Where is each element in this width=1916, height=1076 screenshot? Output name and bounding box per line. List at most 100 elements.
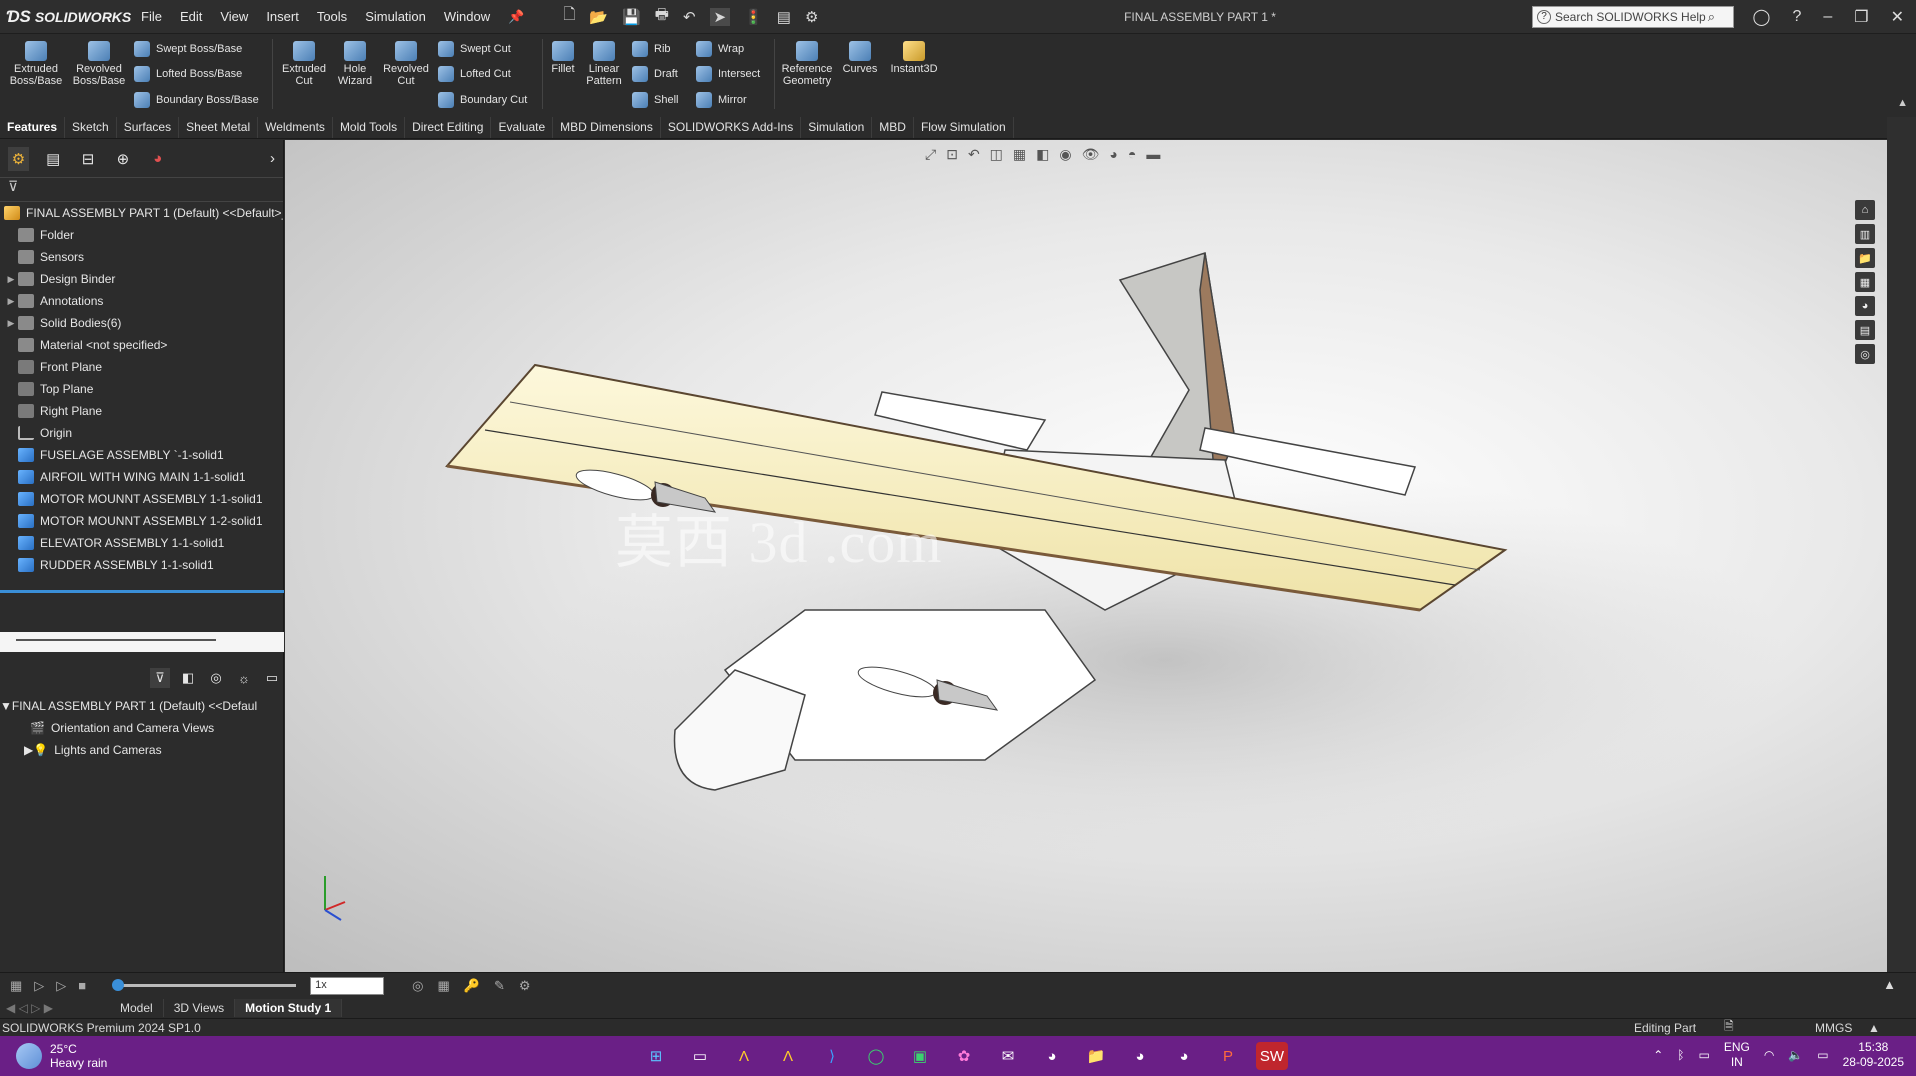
display-tree-item[interactable]: ▶ 💡 Lights and Cameras: [0, 739, 284, 761]
select-pointer-icon[interactable]: ➤: [709, 7, 731, 26]
tree-item[interactable]: ELEVATOR ASSEMBLY 1-1-solid1: [0, 532, 283, 554]
expand-icon[interactable]: ▶: [4, 296, 18, 307]
configuration-manager-tab-icon[interactable]: ⊟: [78, 147, 99, 171]
shell-button[interactable]: Shell: [632, 92, 678, 108]
tree-filter[interactable]: ⊽: [0, 178, 283, 202]
copilot-icon[interactable]: ✿: [948, 1042, 980, 1070]
tree-item[interactable]: AIRFOIL WITH WING MAIN 1-1-solid1: [0, 466, 283, 488]
tree-item[interactable]: Folder: [0, 224, 283, 246]
language-indicator[interactable]: ENG IN: [1724, 1040, 1750, 1070]
search-icon[interactable]: ⌕: [1708, 9, 1715, 25]
menu-file[interactable]: File: [132, 9, 171, 25]
design-library-icon[interactable]: ▥: [1855, 224, 1875, 244]
print-icon[interactable]: 🖶: [655, 4, 669, 29]
app-a1-icon[interactable]: Λ: [728, 1042, 760, 1070]
collapse-motion-icon[interactable]: ▲: [1883, 977, 1896, 992]
powerpoint-icon[interactable]: P: [1212, 1042, 1244, 1070]
decals-icon[interactable]: ◎: [206, 668, 226, 688]
boundary-boss-base-button[interactable]: Boundary Boss/Base: [134, 92, 259, 108]
revolved-boss-base-button[interactable]: Revolved Boss/Base: [70, 41, 128, 87]
show-hidden-icons-icon[interactable]: ⌃: [1653, 1048, 1663, 1062]
tab-weldments[interactable]: Weldments: [258, 117, 333, 138]
play-from-start-icon[interactable]: ▷: [34, 978, 44, 994]
help-search-box[interactable]: ? Search SOLIDWORKS Help ⌕: [1532, 6, 1734, 28]
options-gear-icon[interactable]: ⚙: [805, 8, 818, 26]
intersect-button[interactable]: Intersect: [696, 66, 760, 82]
new-document-icon[interactable]: 🗋: [563, 4, 575, 29]
tree-item[interactable]: ▶ Design Binder: [0, 268, 283, 290]
linear-pattern-button[interactable]: Linear Pattern: [582, 41, 626, 87]
instant3d-button[interactable]: Instant3D: [886, 41, 942, 75]
undo-icon[interactable]: ↶: [683, 8, 696, 26]
close-button[interactable]: ✕: [1891, 7, 1904, 27]
app-5d-icon[interactable]: ▣: [904, 1042, 936, 1070]
task-view-icon[interactable]: ▭: [684, 1042, 716, 1070]
motion-settings-gear-icon[interactable]: ⚙: [519, 978, 531, 994]
slider-knob[interactable]: [112, 979, 125, 991]
account-icon[interactable]: ◯: [1753, 7, 1771, 27]
tree-item[interactable]: Top Plane: [0, 378, 283, 400]
property-manager-tab-icon[interactable]: ▤: [43, 147, 64, 171]
swept-boss-base-button[interactable]: Swept Boss/Base: [134, 41, 242, 57]
filter-icon[interactable]: ⊽: [150, 668, 170, 688]
tab-model[interactable]: Model: [110, 999, 164, 1017]
tab-solidworks-addins[interactable]: SOLIDWORKS Add-Ins: [661, 117, 802, 138]
dimxpert-tab-icon[interactable]: ⊕: [112, 147, 133, 171]
wrap-button[interactable]: Wrap: [696, 41, 744, 57]
add-key-icon[interactable]: ✎: [494, 978, 505, 994]
tree-item[interactable]: Origin: [0, 422, 283, 444]
reference-geometry-button[interactable]: Reference Geometry: [778, 41, 836, 87]
mirror-button[interactable]: Mirror: [696, 92, 747, 108]
extruded-boss-base-button[interactable]: Extruded Boss/Base: [10, 41, 62, 87]
sync-app-icon[interactable]: ◯: [860, 1042, 892, 1070]
clock[interactable]: 15:38 28-09-2025: [1843, 1040, 1904, 1070]
play-icon[interactable]: ▷: [56, 978, 66, 994]
save-animation-icon[interactable]: ◎: [412, 978, 423, 994]
rebuild-status-icon[interactable]: 🗎: [1724, 1017, 1734, 1038]
menu-simulation[interactable]: Simulation: [356, 9, 435, 25]
chrome-icon[interactable]: ◕: [1036, 1042, 1068, 1070]
tree-item[interactable]: Sensors: [0, 246, 283, 268]
units-label[interactable]: MMGS: [1815, 1021, 1852, 1035]
tree-item[interactable]: Front Plane: [0, 356, 283, 378]
display-tree-item[interactable]: 🎬 Orientation and Camera Views: [0, 717, 284, 739]
autokey-icon[interactable]: 🔑: [464, 978, 480, 994]
fillet-button[interactable]: Fillet: [548, 41, 578, 75]
tree-item[interactable]: FUSELAGE ASSEMBLY `-1-solid1: [0, 444, 283, 466]
lofted-boss-base-button[interactable]: Lofted Boss/Base: [134, 66, 242, 82]
help-icon[interactable]: ?: [1792, 8, 1801, 26]
tree-item[interactable]: ▶ Solid Bodies(6): [0, 312, 283, 334]
menu-tools[interactable]: Tools: [308, 9, 356, 25]
playback-slider[interactable]: [112, 979, 297, 991]
scene-icon[interactable]: ☼: [234, 668, 254, 688]
menu-insert[interactable]: Insert: [257, 9, 308, 25]
tab-direct-editing[interactable]: Direct Editing: [405, 117, 492, 138]
volume-icon[interactable]: 🔈: [1788, 1048, 1803, 1062]
tab-mbd[interactable]: MBD: [872, 117, 914, 138]
tree-item[interactable]: Material <not specified>: [0, 334, 283, 356]
playback-speed-select[interactable]: 1x: [310, 976, 385, 995]
tree-root[interactable]: FINAL ASSEMBLY PART 1 (Default) <<Defaul…: [0, 202, 283, 224]
expand-icon[interactable]: ▶: [24, 743, 33, 757]
lofted-cut-button[interactable]: Lofted Cut: [438, 66, 511, 82]
calculate-icon[interactable]: ▦: [10, 978, 22, 994]
tab-motion-study-1[interactable]: Motion Study 1: [235, 999, 343, 1017]
battery-icon[interactable]: ▭: [1817, 1048, 1828, 1062]
feature-manager-tab-icon[interactable]: ⚙: [8, 146, 29, 171]
collapse-ribbon-icon[interactable]: ▲: [1897, 97, 1908, 109]
appearances-icon[interactable]: ◕: [1855, 296, 1875, 316]
tab-evaluate[interactable]: Evaluate: [491, 117, 554, 138]
tree-item[interactable]: MOTOR MOUNNT ASSEMBLY 1-1-solid1: [0, 488, 283, 510]
file-explorer-icon[interactable]: 📁: [1855, 248, 1875, 268]
tab-simulation[interactable]: Simulation: [801, 117, 873, 138]
hole-wizard-button[interactable]: Hole Wizard: [332, 41, 378, 87]
rib-button[interactable]: Rib: [632, 41, 671, 57]
tree-item[interactable]: Right Plane: [0, 400, 283, 422]
panel-splitter[interactable]: [0, 632, 284, 652]
tab-scroll-arrows[interactable]: ◀ ◁ ▷ ▶: [0, 1001, 110, 1015]
display-manager-tab-icon[interactable]: ◕: [147, 147, 168, 171]
tab-flow-simulation[interactable]: Flow Simulation: [914, 117, 1014, 138]
mail-icon[interactable]: ✉: [992, 1042, 1024, 1070]
tab-mbd-dimensions[interactable]: MBD Dimensions: [553, 117, 661, 138]
menu-window[interactable]: Window: [435, 9, 499, 25]
